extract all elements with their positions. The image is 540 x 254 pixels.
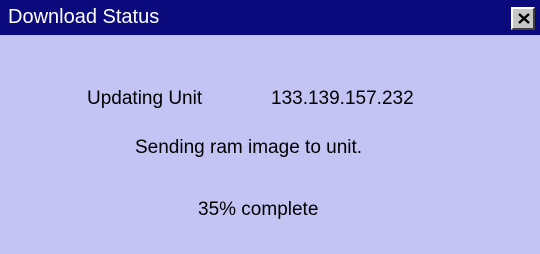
title-bar: Download Status [0,0,540,35]
status-message: Sending ram image to unit. [135,137,363,158]
updating-unit-label: Updating Unit [87,88,203,109]
close-button[interactable] [511,7,535,30]
progress-text: 35% complete [198,199,319,220]
close-icon [518,13,530,24]
dialog-title: Download Status [8,6,160,28]
unit-ip-address: 133.139.157.232 [271,88,414,109]
download-status-dialog: Download Status Updating Unit 133.139.15… [0,0,540,254]
